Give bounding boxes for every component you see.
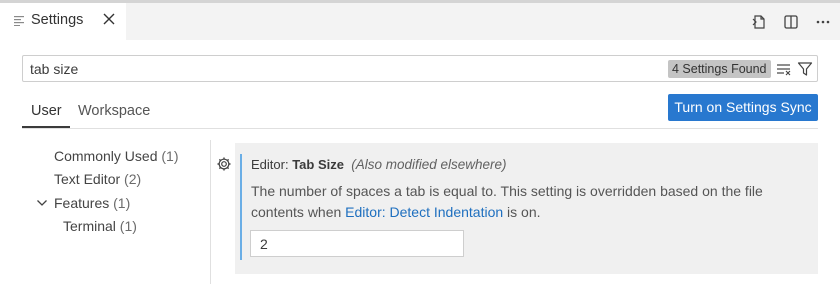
toc-item-terminal[interactable]: Terminal (1)	[63, 218, 137, 234]
settings-sync-button[interactable]: Turn on Settings Sync	[668, 94, 818, 121]
setting-name: Tab Size	[292, 157, 344, 172]
toc-count: (1)	[161, 148, 179, 164]
modified-elsewhere-indicator[interactable]: (Also modified elsewhere)	[351, 157, 506, 172]
detect-indentation-link[interactable]: Editor: Detect Indentation	[345, 204, 503, 220]
tab-user[interactable]: User	[31, 103, 62, 119]
toc-divider	[210, 140, 211, 284]
toc-item-commonly-used[interactable]: Commonly Used (1)	[54, 148, 179, 164]
tab-size-input[interactable]: 2	[250, 230, 464, 257]
gear-icon[interactable]	[216, 156, 232, 172]
toc-label: Terminal	[63, 218, 116, 234]
editor-tab-bar: Settings	[0, 0, 840, 40]
toc-count: (2)	[124, 171, 142, 187]
results-count-badge: 4 Settings Found	[668, 60, 771, 78]
toc-count: (1)	[113, 195, 131, 211]
tab-workspace[interactable]: Workspace	[78, 103, 150, 119]
setting-title: Editor: Tab Size (Also modified elsewher…	[251, 157, 507, 172]
toc-count: (1)	[119, 218, 137, 234]
toc-label: Commonly Used	[54, 148, 158, 164]
open-settings-json-icon[interactable]	[750, 13, 768, 31]
toc-item-text-editor[interactable]: Text Editor (2)	[54, 171, 141, 187]
tab-title: Settings	[31, 12, 84, 28]
clear-filter-icon[interactable]	[775, 60, 793, 78]
editor-actions	[750, 13, 832, 31]
toc-label: Features	[54, 195, 110, 211]
more-actions-icon[interactable]	[814, 13, 832, 31]
close-icon[interactable]	[101, 11, 117, 27]
split-editor-icon[interactable]	[782, 13, 800, 31]
description-text-end: is on.	[503, 204, 541, 220]
toc-item-features[interactable]: Features (1)	[54, 195, 130, 211]
header-divider	[22, 128, 818, 129]
settings-tab[interactable]: Settings	[0, 3, 126, 40]
toc-label: Text Editor	[54, 171, 121, 187]
filter-icon[interactable]	[796, 60, 814, 78]
settings-search-input[interactable]: tab size 4 Settings Found	[22, 55, 818, 82]
search-query[interactable]: tab size	[30, 61, 78, 77]
setting-category: Editor:	[251, 157, 293, 172]
setting-focus-bar	[240, 154, 242, 260]
setting-description: The number of spaces a tab is equal to. …	[251, 181, 811, 223]
settings-list-icon	[14, 16, 24, 26]
chevron-down-icon[interactable]	[36, 197, 48, 209]
